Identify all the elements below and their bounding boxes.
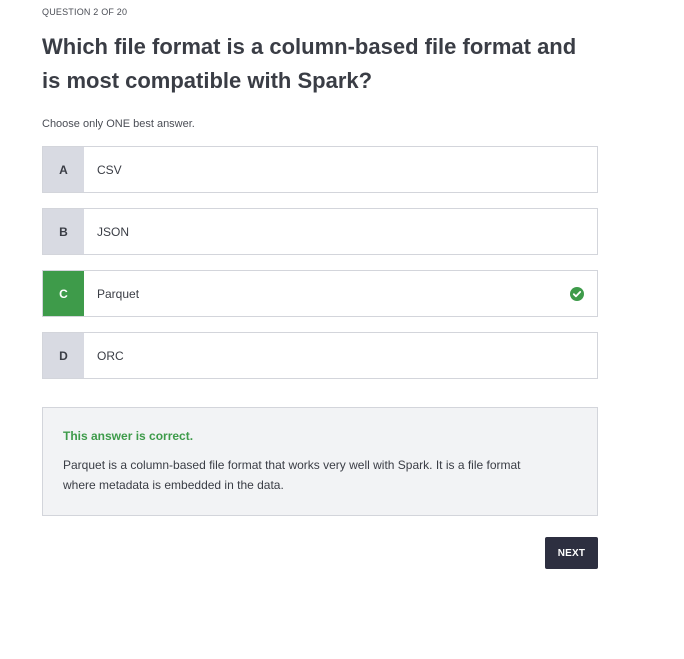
option-a[interactable]: A CSV	[42, 146, 598, 193]
option-letter: A	[43, 147, 84, 192]
option-b[interactable]: B JSON	[42, 208, 598, 255]
option-text: Parquet	[97, 286, 140, 301]
option-c[interactable]: C Parquet	[42, 270, 598, 317]
feedback-text: Parquet is a column-based file format th…	[63, 458, 521, 492]
feedback-title: This answer is correct.	[63, 429, 194, 443]
option-d[interactable]: D ORC	[42, 332, 598, 379]
option-letter: B	[43, 209, 84, 254]
option-letter: C	[43, 271, 84, 316]
option-letter: D	[43, 333, 84, 378]
answer-feedback: This answer is correct. Parquet is a col…	[42, 407, 598, 516]
question-instruction: Choose only ONE best answer.	[42, 118, 195, 130]
option-text: JSON	[97, 224, 130, 239]
answer-options: A CSV B JSON C Parquet D ORC	[42, 146, 598, 394]
question-title: Which file format is a column-based file…	[42, 34, 577, 93]
option-text: ORC	[97, 348, 124, 363]
option-text: CSV	[97, 162, 122, 177]
question-counter: QUESTION 2 OF 20	[42, 7, 128, 17]
check-circle-icon	[557, 271, 597, 316]
next-button[interactable]: NEXT	[545, 537, 598, 569]
